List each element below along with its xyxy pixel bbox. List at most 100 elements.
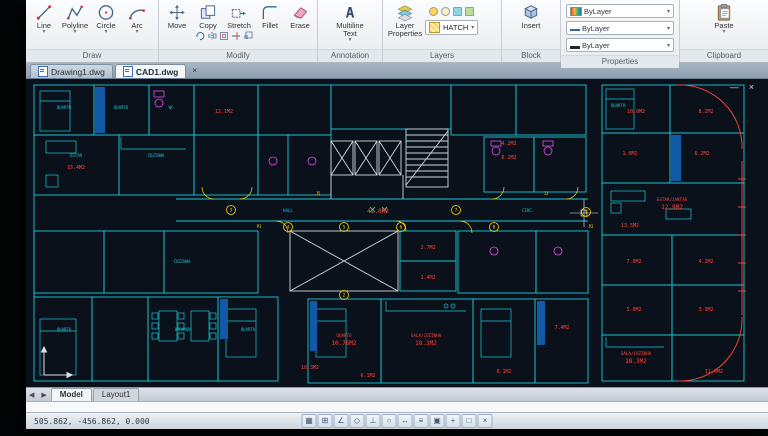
tab-drawing1-label: Drawing1.dwg (51, 66, 105, 77)
linetype-icon (570, 25, 580, 31)
drafting-toggle-icon[interactable]: ○ (381, 414, 397, 428)
modify-small-tools[interactable] (195, 31, 253, 41)
plan-label: 6.1M2 (360, 373, 375, 379)
dwg-file-icon (38, 66, 48, 77)
copy-button[interactable]: Copy (193, 2, 223, 30)
drafting-toggle-icon[interactable]: ⊥ (365, 414, 381, 428)
layer-select-caret: ▾ (471, 25, 475, 31)
polyline-button[interactable]: Polyline ▾ (60, 2, 90, 35)
plan-marker-number: 9 (585, 210, 588, 216)
lineweight-icon (570, 42, 580, 49)
line-caret: ▾ (42, 28, 46, 35)
scale-icon[interactable] (243, 31, 253, 41)
plan-marker-number: 7 (455, 208, 458, 214)
color-swatch-icon (570, 6, 582, 16)
layer-properties-button[interactable]: Layer Properties (386, 2, 424, 38)
plan-label: CIRC. (522, 208, 534, 213)
plan-label: J3 (544, 191, 549, 196)
plan-label: ESTAR/JANTAR (657, 197, 688, 202)
drafting-toggle-icon[interactable]: ≡ (413, 414, 429, 428)
layer-thaw-icon[interactable] (441, 6, 451, 16)
tab-close-button[interactable]: × (188, 66, 201, 75)
ribbon-group-modify: Move Copy Stretch Fillet Erase Modify (159, 0, 318, 62)
circle-icon (98, 5, 114, 20)
erase-button[interactable]: Erase (286, 2, 314, 30)
drafting-toggle-icon[interactable]: ▦ (301, 414, 317, 428)
offset-icon[interactable] (219, 31, 229, 41)
plan-label: 1.0M2 (622, 151, 637, 157)
drafting-toggle-icon[interactable]: ⊞ (317, 414, 333, 428)
insert-button[interactable]: Insert (516, 2, 546, 30)
move-button[interactable]: Move (162, 2, 192, 30)
drafting-toggle-icon[interactable]: ↔ (397, 414, 413, 428)
lineweight-value: ByLayer (582, 40, 610, 50)
drafting-toggle-icon[interactable]: × (477, 414, 493, 428)
drafting-toggle-icon[interactable]: ▣ (429, 414, 445, 428)
layer-plot-icon[interactable] (465, 6, 475, 16)
floorplan-svg: 3 4 5 6 7 8 9 2 42.8M2 4.2M2 6.2M2 2.7M2 1.4M2 10.0M… (33, 84, 746, 384)
multiline-text-button[interactable]: A Multiline Text ▾ (331, 2, 369, 43)
drafting-toggle-icon[interactable]: ∠ (333, 414, 349, 428)
linetype-select[interactable]: ByLayer ▾ (566, 21, 674, 35)
erase-icon (293, 7, 308, 19)
plan-label: 2.7M2 (420, 245, 435, 251)
layer-state-chips[interactable] (427, 4, 476, 18)
viewport-close-control[interactable]: × (749, 82, 758, 92)
layer-lock-icon[interactable] (453, 6, 463, 16)
layout-nav-next-icon[interactable]: ▶ (38, 391, 50, 399)
fillet-button[interactable]: Fillet (255, 2, 285, 30)
dwg-file-icon (122, 66, 133, 77)
mirror-icon[interactable] (207, 31, 217, 41)
layer-on-icon[interactable] (429, 6, 439, 16)
layer-properties-label: Layer Properties (387, 21, 423, 38)
svg-text:A: A (346, 5, 355, 21)
plan-label: SALA/COZINHA (621, 351, 652, 356)
rotate-icon[interactable] (195, 31, 205, 41)
paste-button[interactable]: Paste ▾ (709, 2, 739, 35)
stretch-button[interactable]: Stretch (224, 2, 254, 30)
object-color-select[interactable]: ByLayer ▾ (566, 4, 674, 18)
arc-button[interactable]: Arc ▾ (122, 2, 152, 35)
plan-label: COZINHA (148, 153, 165, 158)
plan-label: J5 (316, 191, 321, 196)
line-button[interactable]: Line ▾ (29, 2, 59, 35)
drafting-toggle-icon[interactable]: □ (461, 414, 477, 428)
floorplan-furniture (39, 88, 692, 376)
trim-icon[interactable] (231, 31, 241, 41)
linetype-value: ByLayer (582, 23, 610, 33)
plan-label: QUARTO (611, 103, 626, 108)
block-group-label: Block (502, 49, 560, 62)
clipboard-group-label: Clipboard (680, 49, 768, 62)
mtext-label: Multiline Text (336, 21, 364, 38)
current-layer-name: HATCH (443, 23, 469, 32)
layout-nav-prev-icon[interactable]: ◀ (26, 391, 38, 399)
plan-marker-number: 2 (343, 293, 346, 299)
move-icon (169, 4, 185, 21)
plan-label: P2 (589, 224, 594, 229)
circle-button[interactable]: Circle ▾ (91, 2, 121, 35)
plan-label: QUARTO (114, 105, 129, 110)
ribbon-group-clipboard: Paste ▾ Clipboard (680, 0, 768, 62)
drafting-toggle-icon[interactable]: ◇ (349, 414, 365, 428)
tab-cad1[interactable]: CAD1.dwg (114, 64, 187, 78)
plan-label: 13.5M2 (621, 223, 639, 229)
drafting-toggle-icon[interactable]: + (445, 414, 461, 428)
command-line[interactable] (26, 401, 768, 413)
lineweight-select[interactable]: ByLayer ▾ (566, 38, 674, 52)
tab-drawing1[interactable]: Drawing1.dwg (30, 64, 113, 78)
layout1-tab[interactable]: Layout1 (92, 388, 140, 401)
circle-caret: ▾ (104, 28, 108, 35)
drawing-canvas[interactable]: — × 3 4 5 6 7 8 9 2 42.8M2 4.2M2 6.2M2 2… (26, 79, 768, 387)
mtext-caret: ▾ (348, 36, 352, 43)
floorplan-walls (33, 84, 745, 384)
ribbon-group-properties: ByLayer ▾ ByLayer ▾ ByLayer ▾ Properties (561, 0, 680, 68)
model-tab[interactable]: Model (50, 388, 92, 401)
linetype-caret: ▾ (666, 25, 670, 32)
plan-label: 8.2M2 (698, 109, 713, 115)
copy-icon (200, 5, 216, 19)
plan-label: ESTAR (70, 153, 83, 158)
status-bar: 505.862, -456.862, 0.000 ▦ ⊞ ∠ ◇ ⊥ ○ ↔ ≡ ▣ + □ × (26, 413, 768, 429)
ucs-icon (40, 345, 74, 379)
layer-select[interactable]: HATCH ▾ (425, 20, 479, 35)
viewport-minimize-control[interactable]: — (730, 82, 743, 92)
